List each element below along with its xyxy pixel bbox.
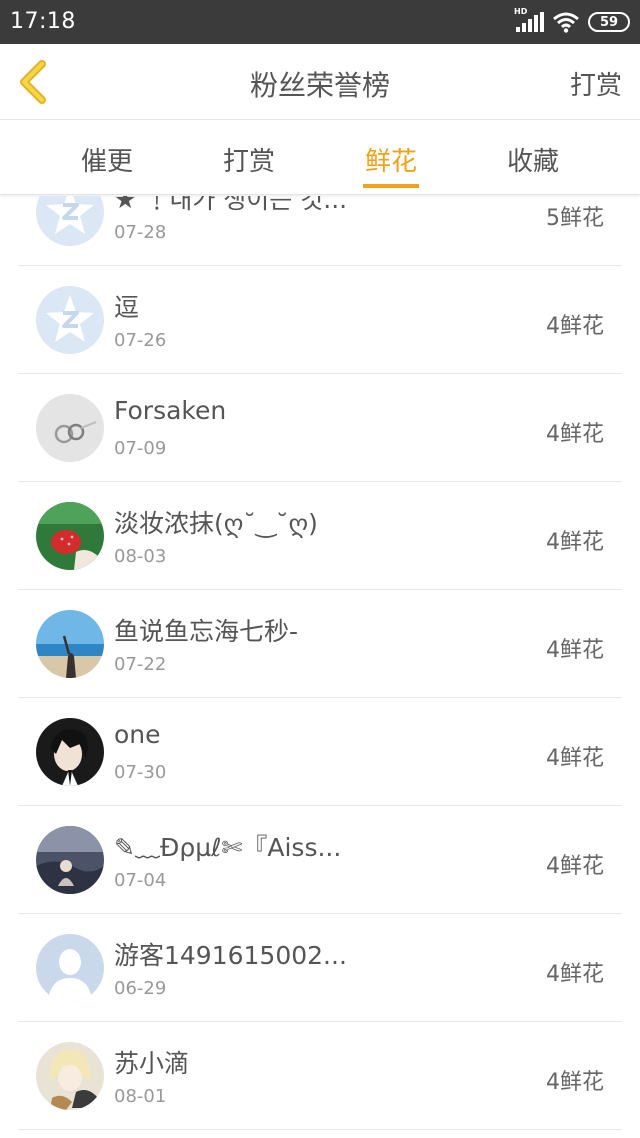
tab-tip[interactable]: 打赏 <box>194 141 304 178</box>
rings-photo-avatar <box>36 394 104 462</box>
fan-name: one <box>114 720 161 749</box>
active-tab-indicator <box>363 184 419 188</box>
fan-date: 07-22 <box>114 654 167 675</box>
qq-default-avatar <box>36 286 104 354</box>
fan-date: 07-04 <box>114 870 167 891</box>
status-time: 17:18 <box>10 9 76 34</box>
tab-favorites[interactable]: 收藏 <box>478 141 588 178</box>
flower-count: 4鲜花 <box>546 1070 604 1095</box>
flower-count: 4鲜花 <box>546 314 604 339</box>
flower-count: 4鲜花 <box>546 962 604 987</box>
list-item[interactable]: ✎﹏Ɖρµℓ✄『Aiss... 07-04 4鲜花 <box>0 806 640 914</box>
signal-hd-label: HD <box>514 7 528 16</box>
row-divider <box>18 1129 622 1130</box>
fan-list[interactable]: ★ ﹗내가 생이는 것... 07-28 5鲜花 逗 07-26 4鲜花 For… <box>0 196 640 1138</box>
anime-boy-avatar <box>36 718 104 786</box>
flower-count: 4鲜花 <box>546 854 604 879</box>
guest-silhouette-avatar <box>36 934 104 1002</box>
night-photo-avatar <box>36 826 104 894</box>
tab-flowers[interactable]: 鲜花 <box>336 141 446 178</box>
qq-default-avatar <box>36 196 104 246</box>
flower-count: 4鲜花 <box>546 746 604 771</box>
fan-date: 06-29 <box>114 978 167 999</box>
battery-icon: 59 <box>588 12 630 32</box>
list-item[interactable]: 鱼说鱼忘海七秒- 07-22 4鲜花 <box>0 590 640 698</box>
fan-date: 07-26 <box>114 330 167 351</box>
flower-count: 5鲜花 <box>546 206 604 231</box>
list-item[interactable]: Forsaken 07-09 4鲜花 <box>0 374 640 482</box>
list-item[interactable]: 游客1491615002... 06-29 4鲜花 <box>0 914 640 1022</box>
strawberry-photo-avatar <box>36 502 104 570</box>
anime-girl-avatar <box>36 1042 104 1110</box>
page-title: 粉丝荣誉榜 <box>249 69 390 102</box>
fan-name: ✎﹏Ɖρµℓ✄『Aiss... <box>114 833 342 862</box>
list-item[interactable]: 淡妆浓抹(ღ˘‿˘ღ) 08-03 4鲜花 <box>0 482 640 590</box>
list-item[interactable]: ★ ﹗내가 생이는 것... 07-28 5鲜花 <box>0 196 640 266</box>
list-item[interactable]: one 07-30 4鲜花 <box>0 698 640 806</box>
fan-name: ★ ﹗내가 생이는 것... <box>114 196 348 214</box>
status-bar: 17:18 HD 59 <box>0 0 640 44</box>
tab-urge[interactable]: 催更 <box>52 141 162 178</box>
fan-name: 逗 <box>114 293 140 322</box>
battery-level: 59 <box>599 14 619 30</box>
fan-name: 游客1491615002... <box>114 941 347 970</box>
fan-date: 08-01 <box>114 1086 167 1107</box>
flower-count: 4鲜花 <box>546 530 604 555</box>
fan-name: 鱼说鱼忘海七秒- <box>114 617 299 646</box>
list-item[interactable]: 逗 07-26 4鲜花 <box>0 266 640 374</box>
status-icons: HD 59 <box>514 7 630 34</box>
fan-name: Forsaken <box>114 396 227 425</box>
tab-bar: 催更 打赏 鲜花 收藏 <box>0 121 640 195</box>
beach-photo-avatar <box>36 610 104 678</box>
flower-count: 4鲜花 <box>546 422 604 447</box>
fan-name: 淡妆浓抹(ღ˘‿˘ღ) <box>114 509 318 538</box>
fan-name: 苏小滴 <box>114 1049 190 1078</box>
wifi-icon <box>553 12 579 33</box>
tip-button[interactable]: 打赏 <box>570 65 622 102</box>
list-item[interactable]: 苏小滴 08-01 4鲜花 <box>0 1022 640 1130</box>
signal-icon: HD <box>514 7 544 32</box>
fan-date: 07-28 <box>114 222 167 243</box>
fan-date: 07-30 <box>114 762 167 783</box>
fan-date: 08-03 <box>114 546 167 567</box>
fan-date: 07-09 <box>114 438 167 459</box>
flower-count: 4鲜花 <box>546 638 604 663</box>
top-bar: 粉丝荣誉榜 打赏 <box>0 44 640 120</box>
